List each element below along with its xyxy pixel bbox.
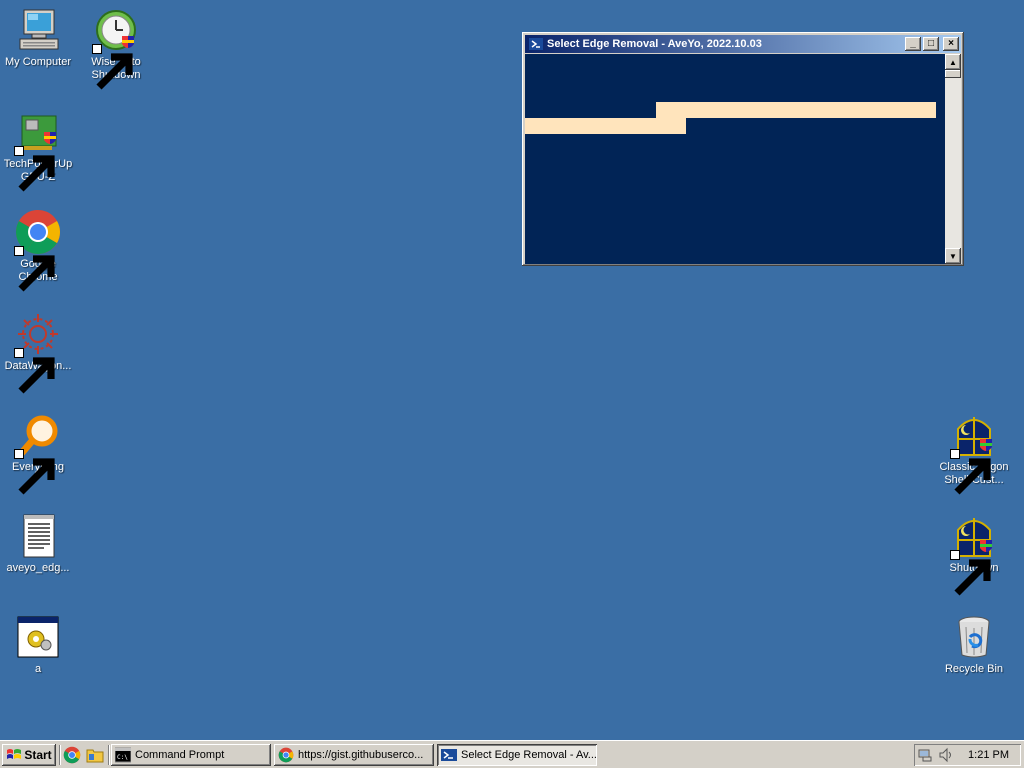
- network-icon[interactable]: [918, 747, 934, 763]
- volume-icon[interactable]: [938, 747, 954, 763]
- shortcut-arrow-icon: [14, 246, 55, 292]
- desktop-icon-google-chrome[interactable]: Google Chrome: [0, 208, 76, 292]
- clock[interactable]: 1:21 PM: [968, 749, 1009, 761]
- explorer-folder-icon: [86, 749, 104, 763]
- shutdown-icon: [950, 512, 998, 596]
- desktop-icon-recycle-bin[interactable]: Recycle Bin: [936, 613, 1012, 676]
- desktop-icon-aveyo-edge[interactable]: aveyo_edg...: [0, 512, 76, 575]
- scroll-down-button[interactable]: ▼: [945, 248, 961, 264]
- close-button[interactable]: ×: [943, 37, 959, 51]
- powershell-icon: [529, 38, 543, 50]
- task-label: Command Prompt: [135, 749, 225, 761]
- minimize-icon: _: [910, 38, 916, 49]
- windows-logo-icon: [7, 749, 22, 759]
- console-output-area[interactable]: [525, 54, 945, 264]
- desktop-icon-gpu-z[interactable]: TechPowerUp GPU-Z: [0, 108, 76, 192]
- taskbar-button-chrome-gist[interactable]: https://gist.githubuserco...: [274, 744, 434, 766]
- shortcut-arrow-icon: [92, 44, 133, 90]
- taskbar: Start C:\ Command Prompt https://gist.gi…: [0, 740, 1024, 768]
- desktop-icon-label: aveyo_edg...: [6, 562, 70, 574]
- text-document-icon: [14, 512, 62, 560]
- desktop-icon-label: Recycle Bin: [944, 663, 1004, 675]
- everything-search-icon: [14, 411, 62, 495]
- window-title: Select Edge Removal - AveYo, 2022.10.03: [547, 38, 762, 50]
- desktop-icon-datawagon[interactable]: DataWagon...: [0, 310, 76, 394]
- shortcut-arrow-icon: [950, 449, 991, 495]
- shortcut-arrow-icon: [14, 449, 55, 495]
- wise-auto-shutdown-icon: [92, 6, 140, 90]
- minimize-button[interactable]: _: [905, 37, 921, 51]
- highlight-block: [525, 118, 686, 134]
- scroll-up-button[interactable]: ▲: [945, 54, 961, 70]
- desktop: My Computer Wise Auto Shutdown TechPower…: [0, 0, 1024, 740]
- highlight-block: [656, 102, 936, 118]
- vertical-scrollbar[interactable]: ▲ ▼: [945, 54, 961, 264]
- desktop-icon-label: a: [34, 663, 42, 675]
- shortcut-arrow-icon: [950, 550, 991, 596]
- desktop-icon-shutdown[interactable]: Shutdown: [936, 512, 1012, 596]
- desktop-icon-label: My Computer: [4, 56, 72, 68]
- arrow-up-icon: ▲: [949, 57, 957, 67]
- desktop-icon-classic-logon[interactable]: Classic Logon Shell Cust...: [936, 411, 1012, 495]
- taskbar-button-command-prompt[interactable]: C:\ Command Prompt: [111, 744, 271, 766]
- maximize-icon: □: [927, 38, 935, 49]
- desktop-icon-wise-auto-shutdown[interactable]: Wise Auto Shutdown: [78, 6, 154, 90]
- datawagon-icon: [14, 310, 62, 394]
- chrome-icon: [63, 746, 81, 764]
- close-icon: ×: [948, 38, 954, 49]
- computer-icon: [14, 6, 62, 54]
- task-label: Select Edge Removal - Av...: [461, 749, 597, 761]
- taskbar-separator: [108, 745, 110, 765]
- chrome-icon: [14, 208, 62, 292]
- desktop-icon-a[interactable]: a: [0, 613, 76, 676]
- desktop-icon-my-computer[interactable]: My Computer: [0, 6, 76, 69]
- svg-text:C:\: C:\: [117, 754, 128, 761]
- chrome-icon: [278, 747, 294, 763]
- desktop-icon-everything[interactable]: Everything: [0, 411, 76, 495]
- shortcut-arrow-icon: [14, 348, 55, 394]
- console-window[interactable]: Select Edge Removal - AveYo, 2022.10.03 …: [522, 32, 964, 266]
- task-label: https://gist.githubuserco...: [298, 749, 424, 761]
- arrow-down-icon: ▼: [949, 251, 957, 261]
- shortcut-arrow-icon: [14, 146, 55, 192]
- gpu-z-icon: [14, 108, 62, 192]
- classic-logon-icon: [950, 411, 998, 495]
- start-button[interactable]: Start: [2, 744, 56, 766]
- start-label: Start: [24, 748, 52, 762]
- taskbar-separator: [59, 745, 61, 765]
- batch-file-icon: [14, 613, 62, 661]
- cmd-icon: C:\: [115, 747, 131, 763]
- quick-launch-explorer[interactable]: [86, 746, 104, 764]
- system-tray: 1:21 PM: [914, 744, 1021, 766]
- recycle-bin-icon: [950, 613, 998, 661]
- scroll-thumb[interactable]: [945, 70, 961, 78]
- quick-launch-chrome[interactable]: [63, 746, 81, 764]
- taskbar-button-select-edge-removal[interactable]: Select Edge Removal - Av...: [437, 744, 597, 766]
- window-titlebar[interactable]: Select Edge Removal - AveYo, 2022.10.03 …: [525, 35, 961, 53]
- maximize-button[interactable]: □: [923, 37, 939, 51]
- powershell-icon: [441, 749, 457, 761]
